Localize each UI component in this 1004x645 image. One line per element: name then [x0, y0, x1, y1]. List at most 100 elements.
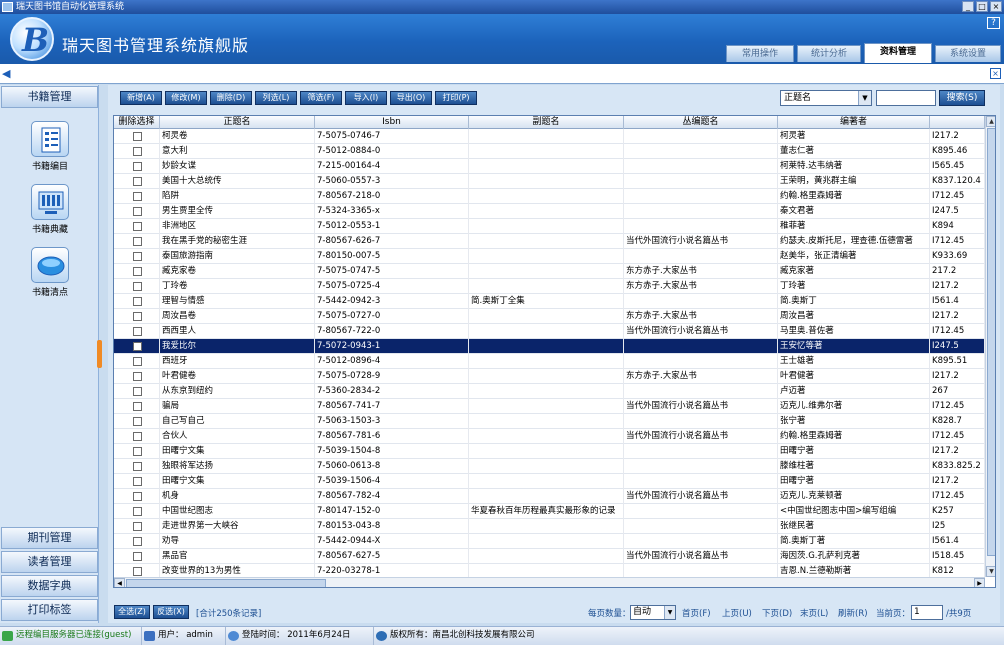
delete-checkbox[interactable]: [133, 357, 142, 366]
scroll-up-icon[interactable]: ▲: [986, 116, 995, 127]
delete-checkbox[interactable]: [133, 432, 142, 441]
delete-checkbox[interactable]: [133, 252, 142, 261]
table-row[interactable]: 周汝昌卷 7-5075-0727-0 东方赤子.大家丛书 周汝昌著 I217.2: [114, 309, 985, 324]
delete-checkbox[interactable]: [133, 177, 142, 186]
scroll-down-icon[interactable]: ▼: [986, 566, 995, 577]
table-row[interactable]: 骗局 7-80567-741-7 当代外国流行小说名篇丛书 迈克儿.维弗尔著 I712.…: [114, 399, 985, 414]
table-row[interactable]: 黑品官 7-80567-627-5 当代外国流行小说名篇丛书 海因茨.G.孔萨利克著 I…: [114, 549, 985, 564]
table-row[interactable]: 机身 7-80567-782-4 当代外国流行小说名篇丛书 迈克儿.克莱顿著 I712.…: [114, 489, 985, 504]
sidebar-item-cataloging[interactable]: 书籍编目: [25, 121, 75, 172]
table-row[interactable]: 西西里人 7-80567-722-0 当代外国流行小说名篇丛书 马里奥.普佐著 I712…: [114, 324, 985, 339]
table-row[interactable]: 柯灵卷 7-5075-0746-7 柯灵著 I217.2: [114, 129, 985, 144]
filter-button[interactable]: 筛选(F): [300, 91, 342, 105]
delete-checkbox[interactable]: [133, 312, 142, 321]
table-row[interactable]: 臧克家卷 7-5075-0747-5 东方赤子.大家丛书 臧克家著 217.2: [114, 264, 985, 279]
search-input[interactable]: [876, 90, 936, 106]
table-row[interactable]: 田曙宁文集 7-5039-1504-8 田曙宁著 I217.2: [114, 444, 985, 459]
export-button[interactable]: 导出(O): [390, 91, 432, 105]
last-page-link[interactable]: 末页(L): [800, 607, 828, 619]
column-header-title[interactable]: 正题名: [160, 116, 315, 129]
table-row[interactable]: 陷阱 7-80567-218-0 约翰.格里森姆著 I712.45: [114, 189, 985, 204]
scroll-thumb[interactable]: [126, 579, 326, 587]
table-row[interactable]: 走进世界第一大峡谷 7-80153-043-8 张继民著 I25: [114, 519, 985, 534]
prev-page-link[interactable]: 上页(U): [722, 607, 752, 619]
delete-checkbox[interactable]: [133, 282, 142, 291]
table-row[interactable]: 独眼将军达扬 7-5060-0613-8 滕维柱著 K833.825.2: [114, 459, 985, 474]
delete-checkbox[interactable]: [133, 507, 142, 516]
delete-checkbox[interactable]: [133, 372, 142, 381]
delete-checkbox[interactable]: [133, 462, 142, 471]
tab-system-settings[interactable]: 系统设置: [935, 45, 1001, 62]
table-row[interactable]: 叶君健卷 7-5075-0728-9 东方赤子.大家丛书 叶君健著 I217.2: [114, 369, 985, 384]
close-window-button[interactable]: ×: [990, 1, 1002, 12]
table-row[interactable]: 妙龄女谍 7-215-00164-4 柯莱特.达韦纳著 I565.45: [114, 159, 985, 174]
table-row[interactable]: 西班牙 7-5012-0896-4 王士雄著 K895.51: [114, 354, 985, 369]
column-select-button[interactable]: 列选(L): [255, 91, 297, 105]
delete-checkbox[interactable]: [133, 417, 142, 426]
scroll-left-icon[interactable]: ◀: [114, 578, 125, 587]
tab-common-ops[interactable]: 常用操作: [726, 45, 794, 62]
column-header-author[interactable]: 编著者: [778, 116, 930, 129]
column-header-classno[interactable]: [930, 116, 985, 129]
tab-statistics[interactable]: 统计分析: [797, 45, 861, 62]
column-header-isbn[interactable]: Isbn: [315, 116, 469, 129]
table-row[interactable]: 泰国旅游指南 7-80150-007-5 赵美华，张正清编著 K933.69: [114, 249, 985, 264]
scroll-right-icon[interactable]: ▶: [974, 578, 985, 587]
scroll-thumb[interactable]: [987, 128, 995, 556]
table-row[interactable]: 非洲地区 7-5012-0553-1 稚菲著 K894: [114, 219, 985, 234]
import-button[interactable]: 导入(I): [345, 91, 387, 105]
tab-data-management[interactable]: 资料管理: [864, 43, 932, 63]
print-button[interactable]: 打印(P): [435, 91, 477, 105]
delete-checkbox[interactable]: [133, 537, 142, 546]
column-header-series[interactable]: 丛编题名: [624, 116, 778, 129]
select-all-button[interactable]: 全选(Z): [114, 605, 150, 619]
column-header-subtitle[interactable]: 副题名: [469, 116, 624, 129]
delete-checkbox[interactable]: [133, 447, 142, 456]
table-row[interactable]: 我在黑手党的秘密生涯 7-80567-626-7 当代外国流行小说名篇丛书 约瑟夫.皮…: [114, 234, 985, 249]
column-header-delete[interactable]: 删除选择: [114, 116, 160, 129]
next-page-link[interactable]: 下页(D): [762, 607, 792, 619]
close-panel-icon[interactable]: ×: [990, 68, 1001, 79]
edit-button[interactable]: 修改(M): [165, 91, 207, 105]
table-row[interactable]: 美国十大总统传 7-5060-0557-3 王荣明，黄兆群主编 K837.120.4: [114, 174, 985, 189]
current-page-input[interactable]: 1: [911, 605, 943, 620]
delete-checkbox[interactable]: [133, 387, 142, 396]
table-row[interactable]: 意大利 7-5012-0884-0 董志仁著 K895.46: [114, 144, 985, 159]
maximize-button[interactable]: □: [976, 1, 988, 12]
sidebar-item-inventory[interactable]: 书籍清点: [25, 247, 75, 298]
table-row[interactable]: 中国世纪图志 7-80147-152-0 华夏春秋百年历程最真实最形象的记录 <中国世…: [114, 504, 985, 519]
table-row[interactable]: 我爱比尔 7-5072-0943-1 王安忆等著 I247.5: [114, 339, 985, 354]
sidebar-section-periodicals[interactable]: 期刊管理: [1, 527, 98, 549]
invert-selection-button[interactable]: 反选(X): [153, 605, 189, 619]
delete-checkbox[interactable]: [133, 402, 142, 411]
table-row[interactable]: 理智与情感 7-5442-0942-3 简.奥斯丁全集 简.奥斯丁 I561.4: [114, 294, 985, 309]
delete-checkbox[interactable]: [133, 342, 142, 351]
delete-checkbox[interactable]: [133, 222, 142, 231]
refresh-link[interactable]: 刷新(R): [838, 607, 868, 619]
help-icon[interactable]: ?: [987, 17, 1000, 29]
delete-checkbox[interactable]: [133, 207, 142, 216]
speaker-icon[interactable]: ◀: [2, 67, 10, 80]
minimize-button[interactable]: _: [962, 1, 974, 12]
search-field-select[interactable]: 正题名 ▼: [780, 90, 872, 106]
sidebar-item-holdings[interactable]: 书籍典藏: [25, 184, 75, 235]
delete-checkbox[interactable]: [133, 477, 142, 486]
vertical-scrollbar[interactable]: ▲ ▼: [985, 116, 995, 577]
search-button[interactable]: 搜索(S): [939, 90, 985, 106]
table-row[interactable]: 男生贾里全传 7-5324-3365-x 秦文君著 I247.5: [114, 204, 985, 219]
delete-checkbox[interactable]: [133, 297, 142, 306]
sidebar-section-dictionary[interactable]: 数据字典: [1, 575, 98, 597]
delete-checkbox[interactable]: [133, 492, 142, 501]
sidebar-section-books[interactable]: 书籍管理: [1, 86, 98, 108]
delete-checkbox[interactable]: [133, 552, 142, 561]
table-row[interactable]: 丁玲卷 7-5075-0725-4 东方赤子.大家丛书 丁玲著 I217.2: [114, 279, 985, 294]
delete-checkbox[interactable]: [133, 162, 142, 171]
add-button[interactable]: 新增(A): [120, 91, 162, 105]
delete-checkbox[interactable]: [133, 327, 142, 336]
delete-checkbox[interactable]: [133, 192, 142, 201]
table-row[interactable]: 合伙人 7-80567-781-6 当代外国流行小说名篇丛书 约翰.格里森姆著 I712…: [114, 429, 985, 444]
sidebar-section-readers[interactable]: 读者管理: [1, 551, 98, 573]
page-size-select[interactable]: 自动 ▼: [630, 605, 676, 620]
first-page-link[interactable]: 首页(F): [682, 607, 711, 619]
delete-checkbox[interactable]: [133, 132, 142, 141]
